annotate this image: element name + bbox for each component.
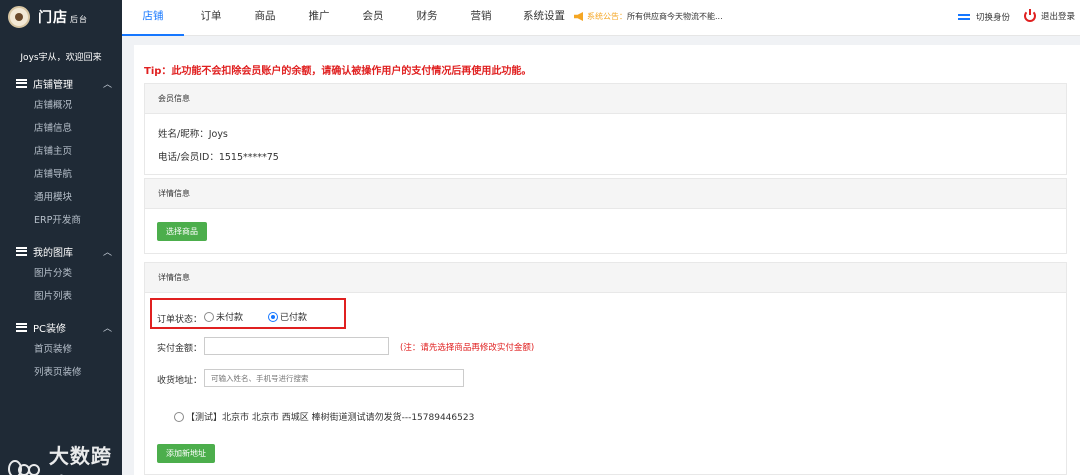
notice-text: 所有供应商今天物流不能... [627, 12, 723, 21]
swap-icon [958, 12, 970, 22]
amount-label: 实付金额： [157, 344, 203, 354]
tab-marketing[interactable]: 营销 [454, 0, 508, 36]
logo-text: 门店 后台 [38, 7, 88, 27]
address-search-input[interactable] [204, 369, 464, 387]
sidebar-item-common-modules[interactable]: 通用模块 [0, 186, 122, 209]
tab-orders[interactable]: 订单 [184, 0, 238, 36]
amount-warning: (注：请先选择商品再修改实付金额) [400, 343, 535, 353]
welcome-text: Joys宇从，欢迎回来 [20, 53, 102, 63]
nav-group-header-gallery[interactable]: 我的图库 ︿ [0, 240, 122, 262]
sidebar-item-image-list[interactable]: 图片列表 [0, 285, 122, 308]
add-address-button[interactable]: 添加新地址 [157, 444, 215, 463]
address-option[interactable]: 【测试】北京市 北京市 西城区 棒树街道测试请勿发货---15789446523 [174, 410, 474, 423]
select-product-button[interactable]: 选择商品 [157, 222, 207, 241]
main-content: Tip：此功能不会扣除会员账户的余额，请确认被操作用户的支付情况后再使用此功能。… [134, 45, 1080, 475]
logo-icon [8, 6, 30, 28]
logout-label: 退出登录 [1041, 12, 1076, 22]
sidebar-item-home-decor[interactable]: 首页装修 [0, 338, 122, 361]
switch-role-label: 切换身份 [976, 13, 1011, 23]
radio-unchecked-icon [174, 411, 184, 422]
power-icon [1024, 9, 1036, 22]
logo-title: 门店 [38, 10, 68, 26]
top-nav: 店铺 订单 商品 推广 会员 财务 营销 系统设置 [122, 0, 580, 36]
member-phone: 电话/会员ID：1515*****75 [158, 152, 279, 163]
member-name: 姓名/昵称：Joys [158, 129, 228, 140]
detail-panel-products: 详情信息 选择商品 [144, 178, 1067, 254]
sidebar-item-shop-home[interactable]: 店铺主页 [0, 140, 122, 163]
tab-promotion[interactable]: 推广 [292, 0, 346, 36]
list-icon [16, 246, 27, 256]
radio-unpaid-label: 未付款 [216, 313, 244, 323]
sidebar-item-shop-overview[interactable]: 店铺概况 [0, 94, 122, 117]
watermark: 大数跨境 [8, 440, 122, 475]
top-bar: 店铺 订单 商品 推广 会员 财务 营销 系统设置 系统公告： 所有供应商今天物… [122, 0, 1080, 36]
amount-input[interactable] [204, 337, 389, 355]
tab-shop[interactable]: 店铺 [122, 0, 184, 36]
nav-group-title: 店铺管理 [33, 79, 73, 91]
sidebar: 门店 后台 Joys宇从，欢迎回来 店铺管理 ︿ 店铺概况 店铺信息 店铺主页 店… [0, 0, 122, 475]
sidebar-item-list-decor[interactable]: 列表页装修 [0, 361, 122, 384]
panel-title: 详情信息 [145, 179, 1066, 209]
tip-text: Tip：此功能不会扣除会员账户的余额，请确认被操作用户的支付情况后再使用此功能。 [144, 66, 532, 77]
switch-role-button[interactable]: 切换身份 [958, 11, 1010, 23]
nav-group-pc-decor: PC装修 ︿ 首页装修 列表页装修 [0, 316, 122, 384]
tab-products[interactable]: 商品 [238, 0, 292, 36]
list-icon [16, 78, 27, 88]
radio-unpaid[interactable]: 未付款 [204, 310, 243, 323]
panel-title: 会员信息 [145, 84, 1066, 114]
logo-subtitle: 后台 [70, 15, 88, 24]
chevron-up-icon: ︿ [102, 247, 112, 258]
chevron-up-icon: ︿ [102, 79, 112, 90]
nav-group-gallery: 我的图库 ︿ 图片分类 图片列表 [0, 240, 122, 308]
nav-group-header-shop[interactable]: 店铺管理 ︿ [0, 72, 122, 94]
address-option-label: 【测试】北京市 北京市 西城区 棒树街道测试请勿发货---15789446523 [186, 413, 475, 423]
logout-button[interactable]: 退出登录 [1024, 9, 1076, 22]
nav-group-title: 我的图库 [33, 247, 73, 259]
watermark-text: 大数跨境 [48, 444, 112, 475]
tab-system-settings[interactable]: 系统设置 [508, 0, 580, 36]
watermark-logo-icon [8, 456, 43, 475]
sidebar-item-erp-developer[interactable]: ERP开发商 [0, 209, 122, 232]
nav-group-header-pc-decor[interactable]: PC装修 ︿ [0, 316, 122, 338]
address-label: 收货地址： [157, 376, 203, 386]
panel-title: 详情信息 [145, 263, 1066, 293]
tab-members[interactable]: 会员 [346, 0, 400, 36]
order-status-label: 订单状态： [157, 315, 203, 325]
system-notice[interactable]: 系统公告： 所有供应商今天物流不能... [574, 11, 723, 22]
nav-group-shop: 店铺管理 ︿ 店铺概况 店铺信息 店铺主页 店铺导航 通用模块 ERP开发商 [0, 72, 122, 232]
speaker-icon [574, 12, 583, 21]
sidebar-item-shop-info[interactable]: 店铺信息 [0, 117, 122, 140]
sidebar-item-image-category[interactable]: 图片分类 [0, 262, 122, 285]
member-info-panel: 会员信息 姓名/昵称：Joys 电话/会员ID：1515*****75 [144, 83, 1067, 175]
chevron-up-icon: ︿ [102, 323, 112, 334]
radio-unchecked-icon [204, 311, 214, 322]
notice-label: 系统公告： [587, 12, 627, 21]
radio-checked-icon [268, 311, 278, 322]
nav-group-title: PC装修 [33, 323, 67, 335]
radio-paid-label: 已付款 [280, 313, 308, 323]
tab-finance[interactable]: 财务 [400, 0, 454, 36]
logo[interactable]: 门店 后台 [0, 0, 122, 34]
radio-paid[interactable]: 已付款 [268, 310, 307, 323]
list-icon [16, 322, 27, 332]
sidebar-item-shop-nav[interactable]: 店铺导航 [0, 163, 122, 186]
